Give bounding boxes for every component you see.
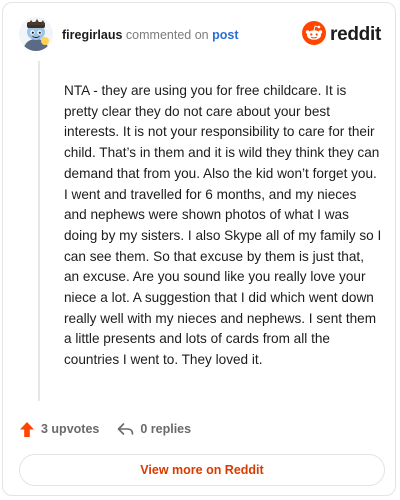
replies-button[interactable]: 0 replies bbox=[117, 422, 191, 436]
view-more-button[interactable]: View more on Reddit bbox=[19, 454, 385, 486]
comment-header: firegirlaus commented on post reddit bbox=[19, 17, 381, 57]
reddit-brand[interactable]: reddit bbox=[302, 20, 381, 50]
thread-line bbox=[38, 61, 40, 401]
comment-actions: 3 upvotes 0 replies bbox=[19, 418, 191, 440]
upvote-arrow-icon bbox=[19, 421, 41, 438]
post-link[interactable]: post bbox=[212, 28, 238, 42]
brand-name: reddit bbox=[330, 24, 381, 45]
username-link[interactable]: firegirlaus bbox=[62, 28, 122, 42]
upvotes-count: 3 upvotes bbox=[41, 422, 100, 436]
commented-on-text: commented on bbox=[125, 28, 209, 42]
comment-body: NTA - they are using you for free childc… bbox=[64, 83, 382, 368]
reply-arrow-icon bbox=[117, 422, 140, 436]
snoo-avatar-icon[interactable] bbox=[19, 17, 53, 51]
comment-meta: firegirlaus commented on post bbox=[62, 28, 238, 42]
comment-embed-card: firegirlaus commented on post reddit NTA… bbox=[2, 2, 396, 496]
reddit-logo-icon bbox=[302, 20, 327, 50]
upvote-button[interactable]: 3 upvotes bbox=[19, 421, 99, 438]
replies-count: 0 replies bbox=[140, 422, 192, 436]
